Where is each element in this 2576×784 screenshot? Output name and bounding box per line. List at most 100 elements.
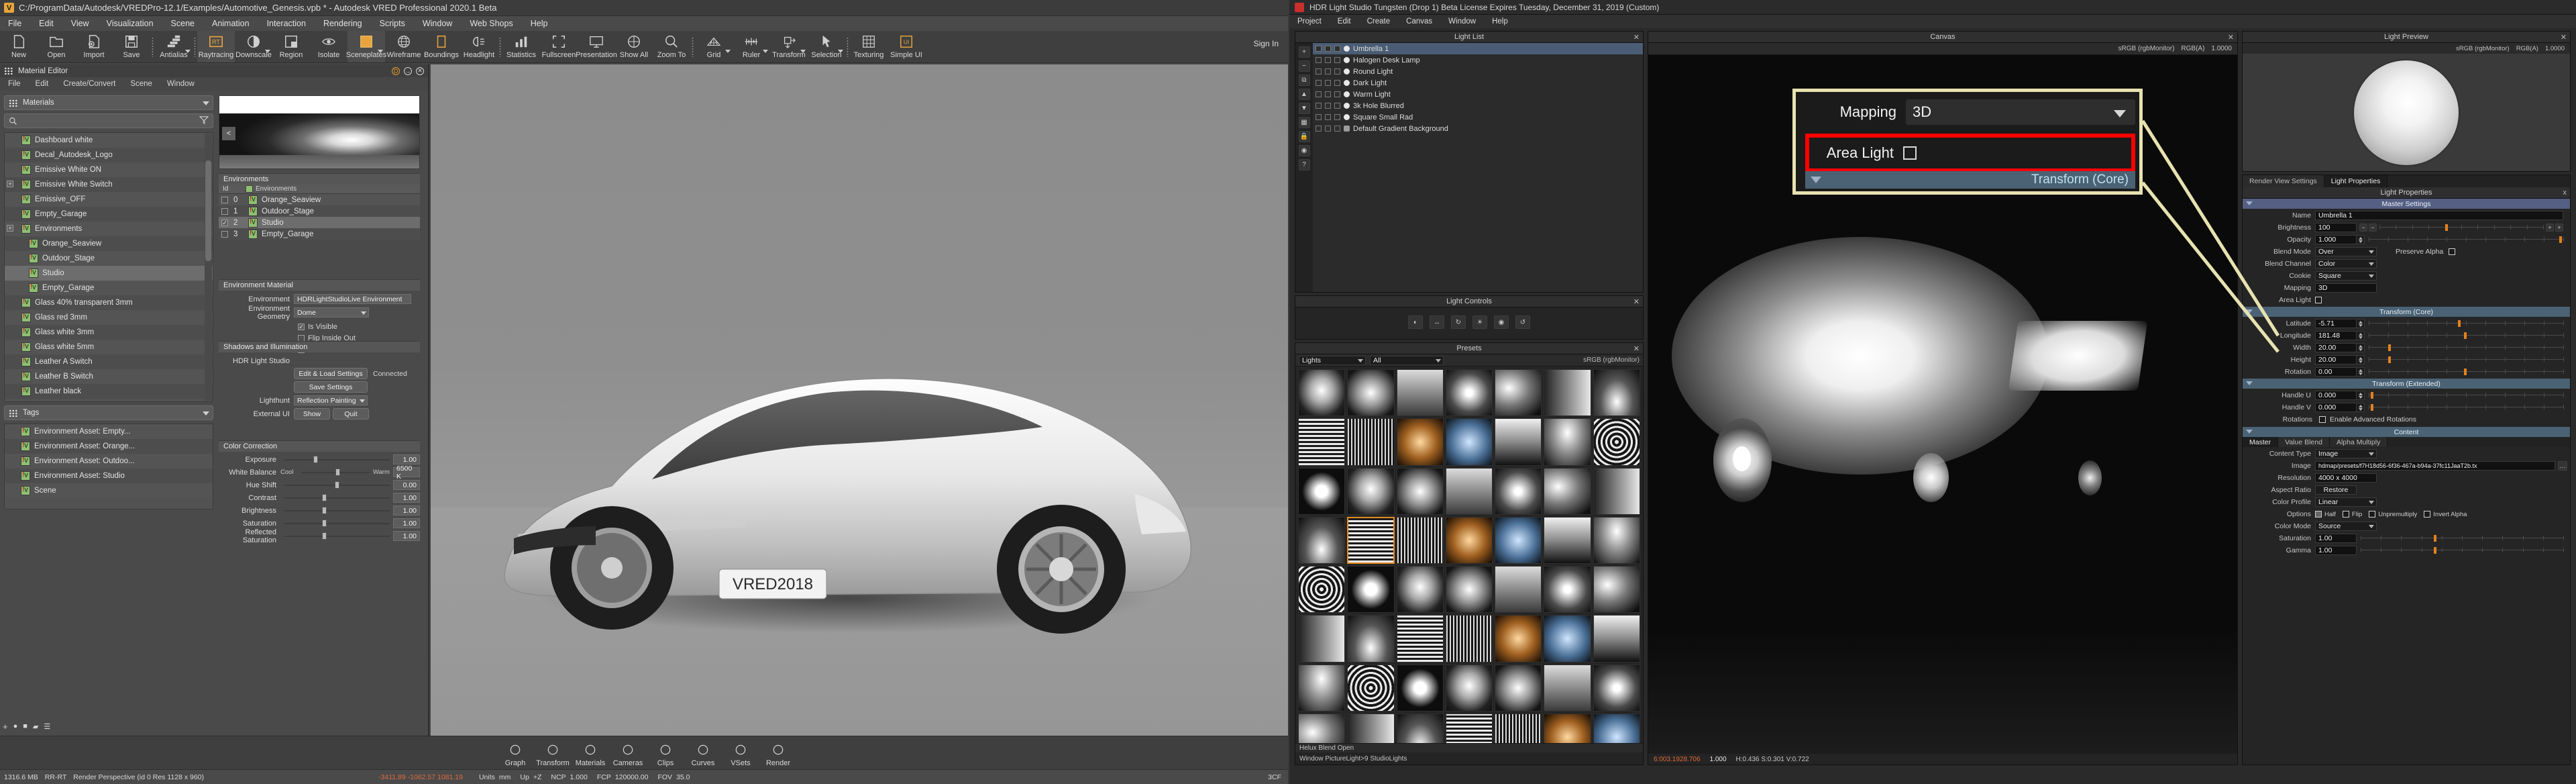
content-tab-master[interactable]: Master (2243, 437, 2279, 447)
light-list-item[interactable]: Round Light (1313, 66, 1643, 77)
color-correction-row[interactable]: Saturation 1.00 (219, 518, 420, 529)
toolbar-button-isolate[interactable]: Isolate (310, 31, 347, 62)
light-preview-colorspace[interactable]: sRGB (rgbMonitor) (2456, 45, 2510, 52)
materials-selector-dropdown[interactable]: Materials (4, 95, 213, 110)
environments-list[interactable]: 0 Orange_Seaview 1 Outdoor_Stage 2 Studio 3 Emp… (219, 194, 420, 240)
preset-thumbnail[interactable] (1298, 418, 1346, 466)
transform-ext-row-handle-u[interactable]: Handle U 0.000 (2243, 390, 2567, 401)
bottom-toolbar-clips[interactable]: Clips (647, 739, 684, 767)
light-preview-channels[interactable]: RGB(A) (2516, 45, 2538, 52)
property-row-blend-mode[interactable]: Blend Mode Over Preserve Alpha (2243, 246, 2567, 257)
preset-thumbnail[interactable] (1396, 418, 1444, 466)
preset-thumbnail[interactable] (1544, 615, 1591, 663)
property-value-input[interactable]: 100 (2315, 223, 2357, 232)
property-row-blend-channel[interactable]: Blend Channel Color (2243, 258, 2567, 269)
status-ncp-value[interactable]: 1.000 (570, 773, 588, 781)
property-slider[interactable] (2369, 403, 2564, 411)
chevron-down-icon[interactable] (725, 50, 731, 53)
preset-thumbnail[interactable] (1298, 664, 1346, 712)
preset-thumbnail[interactable] (1298, 369, 1346, 417)
tag-tree-row[interactable]: Environment Asset: Orange... (5, 439, 213, 454)
toolbar-button-presentation[interactable]: Presentation (576, 31, 617, 62)
callout-area-light-checkbox[interactable] (1903, 146, 1917, 160)
filter-icon[interactable] (199, 115, 209, 126)
me-menu-edit[interactable]: Edit (36, 80, 49, 88)
menu-item-window[interactable]: Window (423, 19, 452, 28)
preset-thumbnail[interactable] (1445, 566, 1493, 614)
material-tree-row[interactable]: Empty_Garage (5, 281, 213, 295)
property-slider[interactable] (2369, 320, 2564, 328)
environment-checkbox[interactable] (221, 207, 228, 215)
toolbar-button-show-all[interactable]: Show All (615, 31, 653, 62)
bottom-toolbar-graph[interactable]: Graph (496, 739, 534, 767)
light-lock-checkbox[interactable] (1334, 103, 1340, 109)
preset-thumbnail[interactable] (1396, 516, 1444, 565)
material-tree-row[interactable]: Leather B Switch (5, 369, 213, 384)
add-light-icon[interactable]: + (1298, 46, 1310, 58)
preset-thumbnail[interactable] (1495, 369, 1542, 417)
bottom-toolbar-vsets[interactable]: VSets (722, 739, 759, 767)
preset-thumbnail[interactable] (1544, 369, 1591, 417)
presets-filter-all-dropdown[interactable]: All (1370, 355, 1444, 365)
cube-preview-icon[interactable]: ■ (23, 722, 28, 730)
flip-inside-out-checkbox[interactable] (298, 334, 305, 342)
material-preview[interactable]: < (219, 95, 420, 169)
duplicate-light-icon[interactable]: ⧉ (1298, 75, 1310, 86)
tag-tree-row[interactable]: Environment Asset: Studio (5, 469, 213, 483)
material-tree-row[interactable]: Decal_Autodesk_Logo (5, 148, 213, 162)
content-row-content-type[interactable]: Content Type Image (2243, 448, 2567, 459)
content-dropdown[interactable]: Source (2315, 522, 2377, 531)
environment-checkbox[interactable] (221, 230, 228, 238)
increase-button[interactable]: + (2555, 224, 2563, 232)
close-icon[interactable]: ✕ (416, 66, 424, 75)
transform-ext-value-input[interactable]: 0.000 (2315, 403, 2357, 412)
transform-row-rotation[interactable]: Rotation 0.00 (2243, 366, 2567, 377)
tag-tree-row[interactable]: Environment Asset: Outdoo... (5, 454, 213, 469)
content-value-input[interactable]: 1.00 (2315, 546, 2357, 555)
content-tab-alpha-multiply[interactable]: Alpha Multiply (2329, 437, 2388, 447)
light-solo-checkbox[interactable] (1325, 91, 1331, 97)
preset-thumbnail[interactable] (1298, 516, 1346, 565)
material-tree-row[interactable]: Leather black (5, 384, 213, 399)
color-correction-row[interactable]: Contrast 1.00 (219, 492, 420, 503)
spinner-arrows[interactable] (2357, 319, 2365, 328)
property-row-area-light[interactable]: Area Light (2243, 295, 2567, 305)
light-solo-checkbox[interactable] (1325, 68, 1331, 75)
content-tabbar[interactable]: Master Value Blend Alpha Multiply (2243, 437, 2570, 447)
me-menu-create-convert[interactable]: Create/Convert (63, 80, 115, 88)
tag-tree-row[interactable]: Scene (5, 483, 213, 498)
preset-thumbnail[interactable] (1347, 664, 1395, 712)
tab-light-properties[interactable]: Light Properties (2324, 175, 2388, 187)
light-solo-checkbox[interactable] (1325, 57, 1331, 63)
toolbar-button-fullscreen[interactable]: Fullscreen (540, 31, 578, 62)
decrease-button[interactable]: − (2359, 224, 2367, 232)
light-visibility-checkbox[interactable] (1316, 68, 1322, 75)
preview-prev-button[interactable]: < (222, 127, 235, 140)
light-properties-tabbar[interactable]: Render View Settings Light Properties (2243, 175, 2570, 187)
property-row-name[interactable]: Name Umbrella 1 (2243, 210, 2567, 221)
cc-slider[interactable] (284, 532, 390, 540)
light-control-reset-icon[interactable]: ↺ (1515, 315, 1530, 329)
toolbar-button-wireframe[interactable]: Wireframe (385, 31, 423, 62)
light-visibility-checkbox[interactable] (1316, 126, 1322, 132)
chevron-down-icon[interactable] (838, 50, 843, 53)
toolbar-button-save[interactable]: Save (113, 31, 150, 62)
hdrls-menu-project[interactable]: Project (1297, 17, 1322, 26)
light-visibility-checkbox[interactable] (1316, 103, 1322, 109)
property-dropdown[interactable]: Square (2315, 271, 2377, 281)
property-row-mapping[interactable]: Mapping 3D (2243, 283, 2567, 293)
option-checkbox-invert alpha[interactable] (2424, 511, 2431, 518)
material-tree-row[interactable]: Outdoor_Stage (5, 251, 213, 266)
preset-thumbnail[interactable] (1544, 566, 1591, 614)
preset-thumbnail[interactable] (1396, 467, 1444, 515)
material-tree-row[interactable]: Leather A Switch (5, 354, 213, 369)
canvas-colorspace[interactable]: sRGB (rgbMonitor) (2118, 45, 2175, 52)
spinner-arrows[interactable] (2357, 343, 2365, 352)
transform-value-input[interactable]: 20.00 (2315, 343, 2357, 352)
light-list-item[interactable]: Halogen Desk Lamp (1313, 54, 1643, 66)
cc-value[interactable]: 6500 K (393, 464, 420, 481)
hdrls-menu-create[interactable]: Create (1367, 17, 1391, 26)
transform-value-input[interactable]: 181.48 (2315, 331, 2357, 340)
lock-icon[interactable]: 🔒 (1298, 131, 1310, 142)
light-properties-rows[interactable]: Name Umbrella 1 Brightness 100− − + + Opacity 1.… (2243, 209, 2570, 305)
